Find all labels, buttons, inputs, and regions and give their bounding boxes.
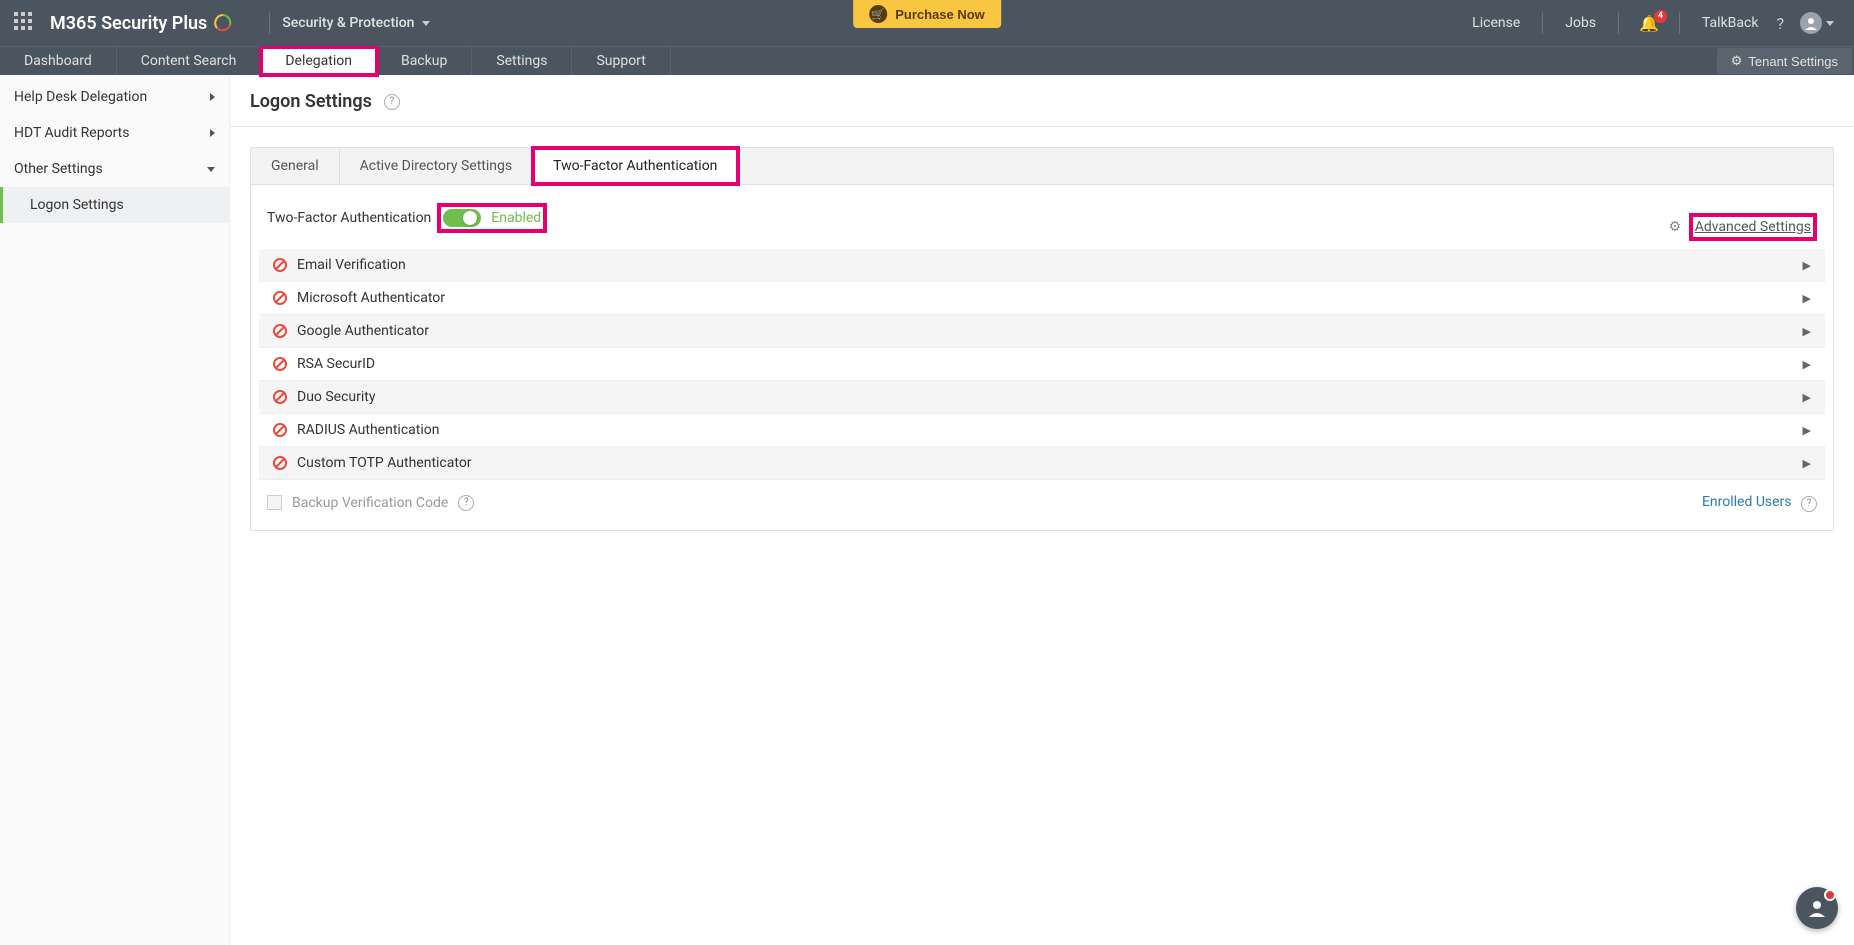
apps-grid-icon[interactable] [14, 12, 36, 34]
advanced-settings-link[interactable]: Advanced Settings [1695, 219, 1811, 235]
gear-icon: ⚙ [1669, 219, 1682, 235]
talkback-link[interactable]: TalkBack [1692, 15, 1768, 31]
sidebar-item-hdt-audit-reports[interactable]: HDT Audit Reports [0, 115, 229, 151]
main-nav: Dashboard Content Search Delegation Back… [0, 46, 1854, 75]
tab-general[interactable]: General [251, 148, 340, 184]
chevron-right-icon: ▶ [1803, 358, 1811, 371]
sidebar-item-logon-settings[interactable]: Logon Settings [0, 187, 229, 223]
chevron-right-icon: ▶ [1803, 325, 1811, 338]
settings-tabs: General Active Directory Settings Two-Fa… [251, 148, 1833, 185]
main-content: Logon Settings ? General Active Director… [230, 75, 1854, 945]
method-custom-totp[interactable]: Custom TOTP Authenticator ▶ [259, 447, 1825, 480]
page-title: Logon Settings [250, 91, 372, 112]
chevron-right-icon: ▶ [1803, 292, 1811, 305]
sidebar-item-other-settings[interactable]: Other Settings [0, 151, 229, 187]
panel-footer: Backup Verification Code ? Enrolled User… [259, 480, 1825, 516]
disabled-icon [273, 291, 287, 305]
purchase-now-button[interactable]: 🛒 Purchase Now [853, 0, 1001, 28]
tab-active-directory[interactable]: Active Directory Settings [340, 148, 534, 184]
chevron-down-icon [1826, 21, 1834, 26]
chevron-right-icon: ▶ [1803, 424, 1811, 437]
disabled-icon [273, 390, 287, 404]
backup-code-checkbox[interactable] [267, 495, 282, 510]
top-bar: M365 Security Plus Security & Protection… [0, 0, 1854, 46]
jobs-link[interactable]: Jobs [1555, 15, 1606, 31]
disabled-icon [273, 423, 287, 437]
settings-panel: General Active Directory Settings Two-Fa… [250, 147, 1834, 531]
nav-support[interactable]: Support [572, 47, 670, 75]
nav-settings[interactable]: Settings [472, 47, 572, 75]
nav-delegation[interactable]: Delegation [261, 47, 377, 75]
avatar-icon [1800, 12, 1822, 34]
method-google-authenticator[interactable]: Google Authenticator ▶ [259, 315, 1825, 348]
tab-two-factor-auth[interactable]: Two-Factor Authentication [533, 148, 738, 184]
chevron-right-icon [210, 93, 215, 101]
help-icon[interactable]: ? [1768, 14, 1792, 33]
method-duo-security[interactable]: Duo Security ▶ [259, 381, 1825, 414]
tfa-status: Enabled [491, 210, 541, 226]
auth-method-list: Email Verification ▶ Microsoft Authentic… [259, 249, 1825, 480]
enrolled-users-link[interactable]: Enrolled Users [1702, 494, 1792, 510]
disabled-icon [273, 456, 287, 470]
chat-fab[interactable] [1796, 887, 1838, 929]
help-icon[interactable]: ? [1801, 496, 1817, 512]
chevron-right-icon: ▶ [1803, 457, 1811, 470]
chevron-right-icon: ▶ [1803, 259, 1811, 272]
breadcrumb-dropdown[interactable]: Security & Protection [282, 15, 430, 31]
nav-backup[interactable]: Backup [377, 47, 472, 75]
help-icon[interactable]: ? [384, 94, 400, 110]
sidebar-item-help-desk-delegation[interactable]: Help Desk Delegation [0, 79, 229, 115]
chevron-down-icon [422, 21, 430, 26]
sidebar: Help Desk Delegation HDT Audit Reports O… [0, 75, 230, 945]
tfa-label: Two-Factor Authentication [267, 210, 431, 226]
page-header: Logon Settings ? [230, 75, 1854, 127]
nav-dashboard[interactable]: Dashboard [0, 47, 117, 75]
disabled-icon [273, 324, 287, 338]
disabled-icon [273, 258, 287, 272]
method-radius-authentication[interactable]: RADIUS Authentication ▶ [259, 414, 1825, 447]
backup-code-label: Backup Verification Code [292, 495, 448, 511]
tfa-toggle[interactable] [443, 209, 481, 227]
method-rsa-securid[interactable]: RSA SecurID ▶ [259, 348, 1825, 381]
chevron-down-icon [207, 167, 215, 172]
method-email-verification[interactable]: Email Verification ▶ [259, 249, 1825, 282]
nav-content-search[interactable]: Content Search [117, 47, 262, 75]
license-link[interactable]: License [1462, 15, 1530, 31]
disabled-icon [273, 357, 287, 371]
chevron-right-icon [210, 129, 215, 137]
chevron-right-icon: ▶ [1803, 391, 1811, 404]
product-logo: M365 Security Plus [50, 13, 233, 34]
topbar-right: License Jobs 🔔4 TalkBack ? [1462, 12, 1854, 34]
user-menu[interactable] [1792, 12, 1842, 34]
help-icon[interactable]: ? [458, 495, 474, 511]
cart-icon: 🛒 [869, 5, 887, 23]
method-microsoft-authenticator[interactable]: Microsoft Authenticator ▶ [259, 282, 1825, 315]
notifications-icon[interactable]: 🔔4 [1631, 14, 1667, 33]
gear-icon: ⚙ [1731, 53, 1743, 69]
tenant-settings-button[interactable]: ⚙ Tenant Settings [1717, 48, 1852, 74]
divider [269, 12, 270, 34]
